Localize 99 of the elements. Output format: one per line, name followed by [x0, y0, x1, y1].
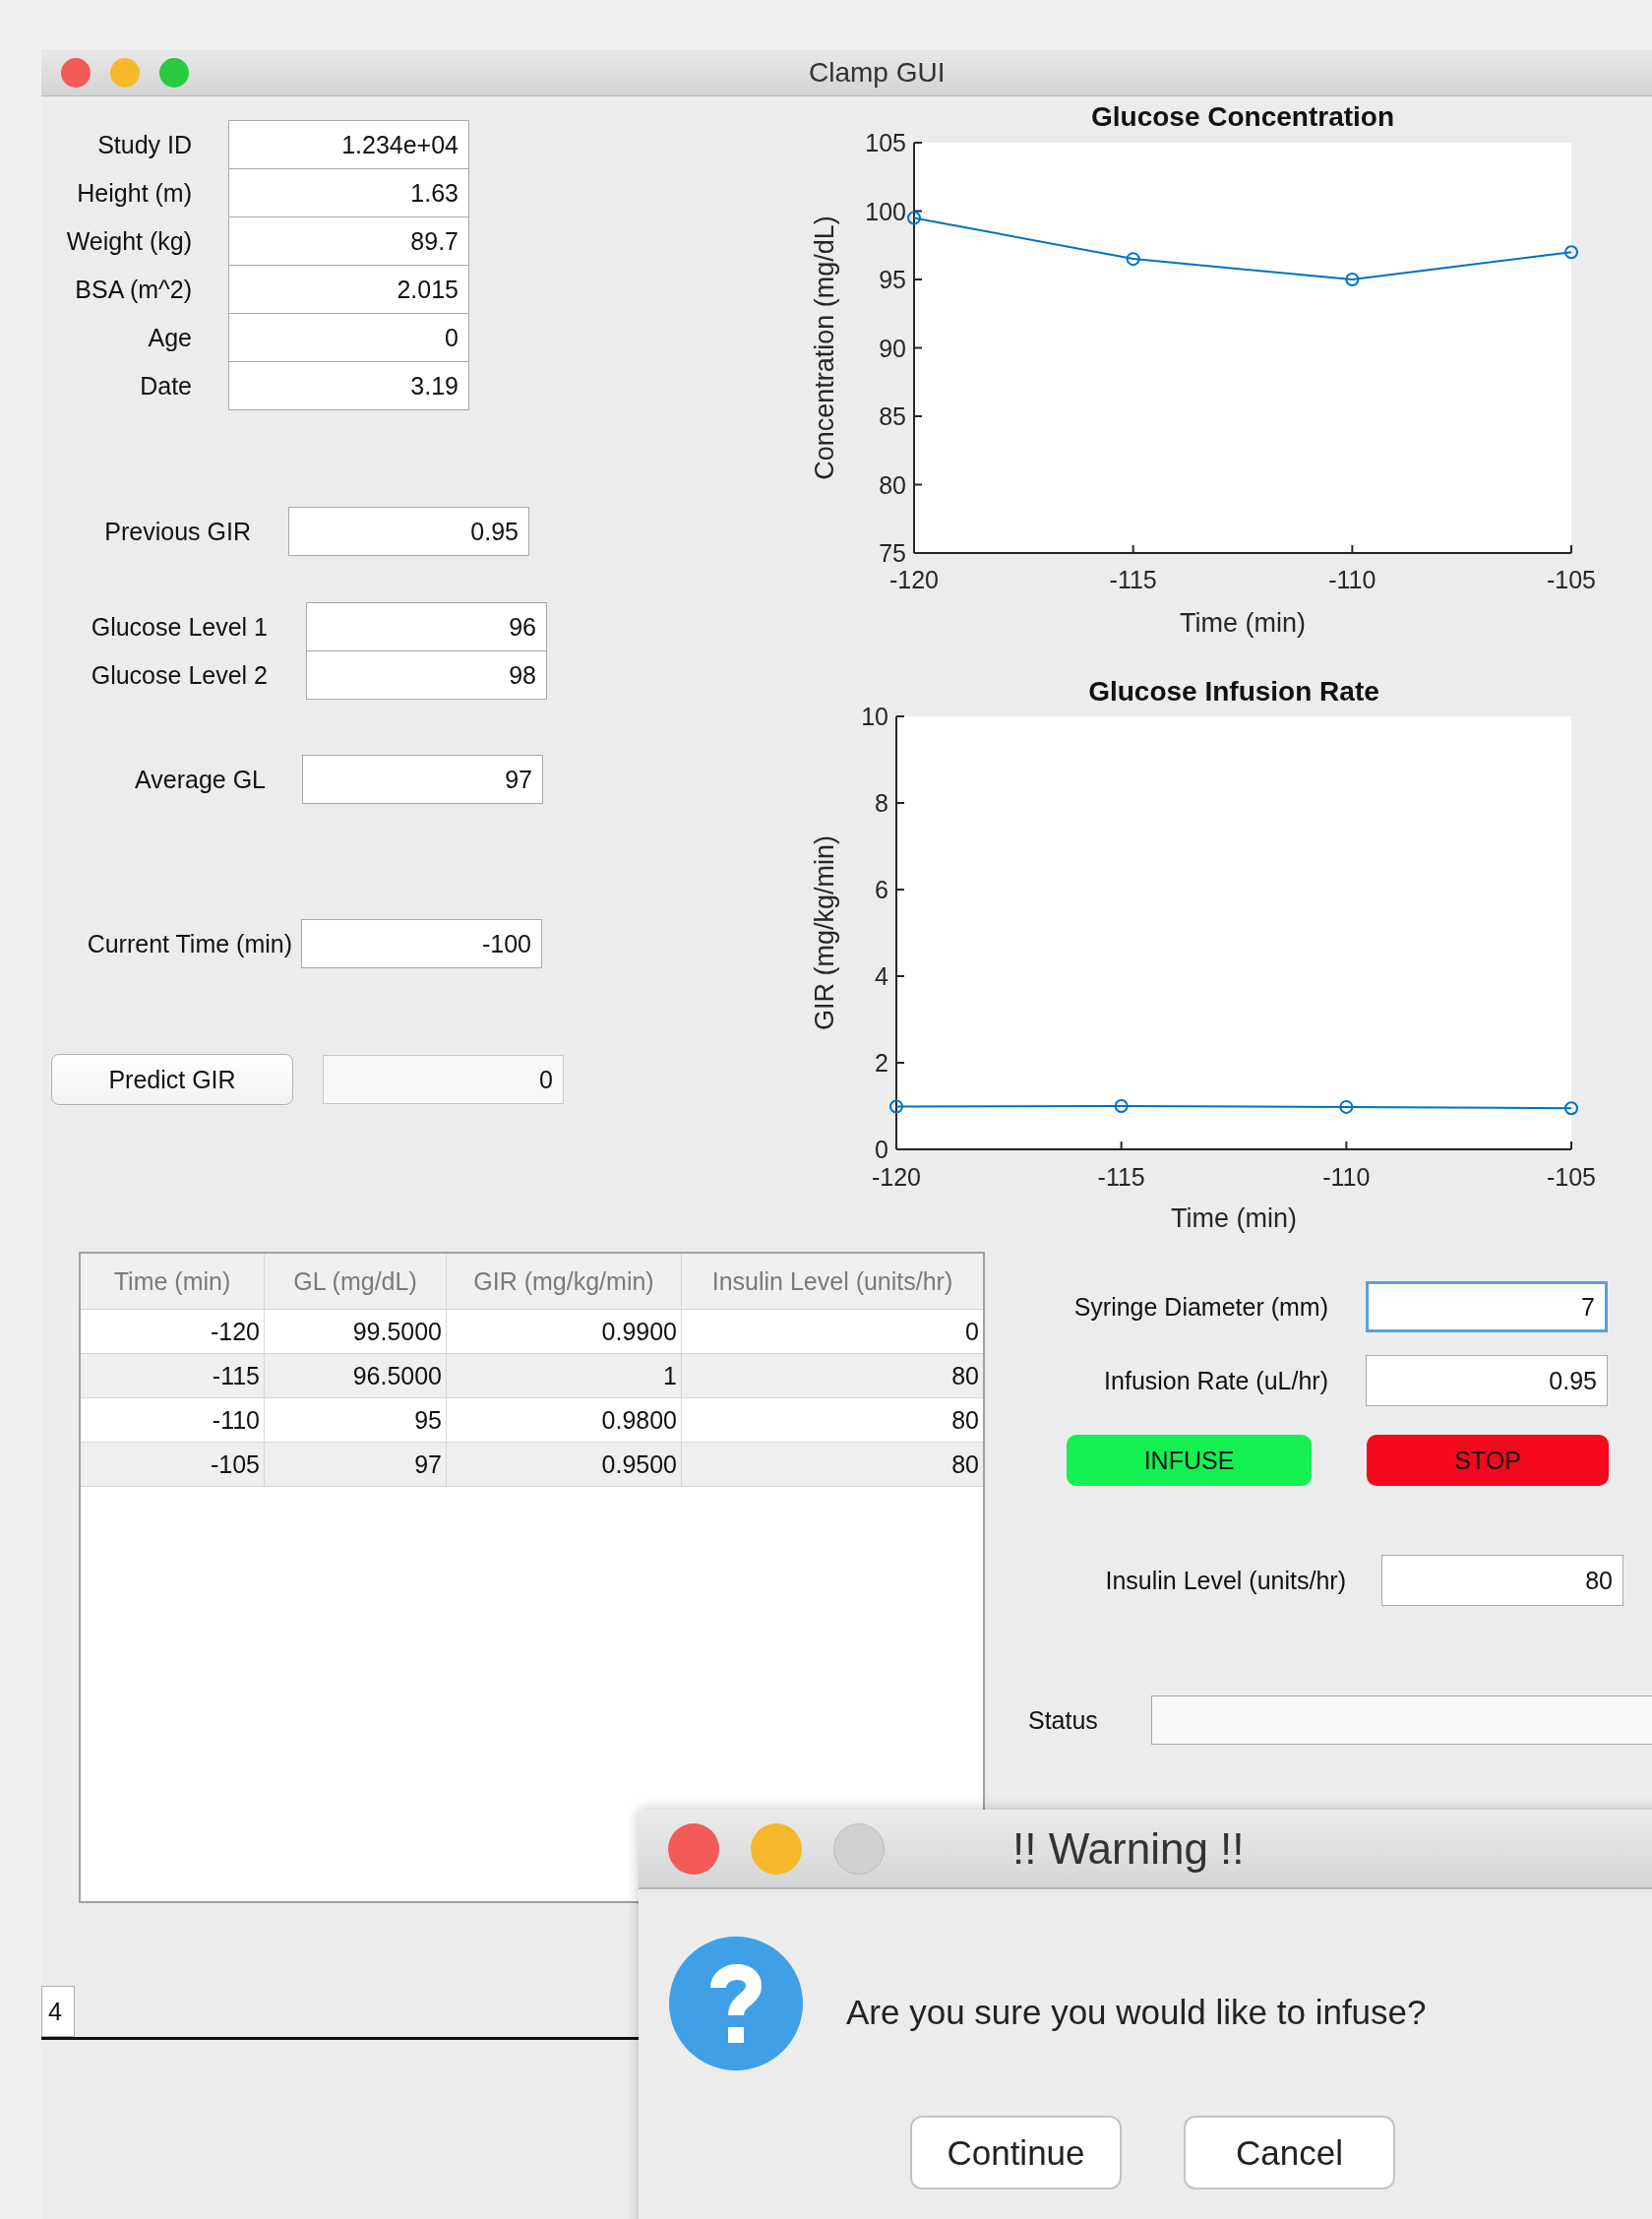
data-point	[1339, 1099, 1354, 1114]
tick-label: 0	[875, 1136, 888, 1163]
input-field[interactable]: 0	[228, 313, 469, 362]
table-cell-text: 80	[950, 1360, 980, 1391]
dialog-message: Are you sure you would like to infuse?	[846, 1993, 1427, 2032]
field-label: Current Time (min)	[86, 929, 292, 958]
tick-label: 4	[875, 962, 888, 990]
stop-button[interactable]: STOP	[1367, 1435, 1609, 1486]
tick-label: -120	[889, 566, 939, 593]
continue-button[interactable]: Continue	[910, 2116, 1122, 2189]
table-cell: 0.9900	[447, 1310, 682, 1353]
input-field[interactable]: 2.015	[228, 265, 469, 314]
input-field[interactable]: 7	[1366, 1281, 1608, 1332]
field-label: Glucose Level 1	[90, 612, 268, 642]
tick-label: 75	[879, 539, 906, 567]
close-button[interactable]	[668, 1822, 719, 1875]
chart-title: Glucose Infusion Rate	[1088, 676, 1379, 707]
axis-label: Time (min)	[1180, 608, 1306, 638]
tick-label: -105	[1547, 1163, 1596, 1191]
tick-label: 80	[879, 470, 906, 499]
input-field[interactable]: 1.63	[228, 168, 469, 217]
field-label: Height (m)	[76, 178, 192, 208]
data-point	[1564, 1101, 1578, 1116]
tick-label: -105	[1547, 566, 1596, 593]
table-cell: 0.9800	[447, 1398, 682, 1442]
tick-label: 105	[865, 129, 906, 156]
close-button[interactable]	[61, 57, 91, 88]
data-point	[889, 1099, 903, 1114]
dialog-title: !! Warning !!	[1012, 1823, 1245, 1874]
zoom-button[interactable]	[159, 57, 189, 88]
input-field[interactable]: 96	[306, 602, 547, 651]
table-cell: 97	[265, 1443, 447, 1486]
field-label: Infusion Rate (uL/hr)	[1103, 1366, 1328, 1395]
table-cell-text: 80	[950, 1404, 980, 1436]
data-point	[1564, 245, 1578, 260]
tick-label: 10	[861, 703, 888, 730]
input-field[interactable]: 89.7	[228, 216, 469, 266]
tick-label: -110	[1322, 1163, 1371, 1191]
data-point	[907, 211, 921, 225]
axis-label: GIR (mg/kg/min)	[810, 835, 839, 1030]
input-field[interactable]: 3.19	[228, 361, 469, 410]
tick-label: -115	[1109, 566, 1157, 593]
field-label: Age	[147, 323, 192, 352]
tick-label: -115	[1097, 1163, 1145, 1191]
input-field[interactable]: 1.234e+04	[228, 120, 469, 169]
tick-label: 95	[879, 266, 906, 293]
field-label: Syringe Diameter (mm)	[1072, 1292, 1328, 1322]
window-title: Clamp GUI	[809, 57, 946, 89]
status-field[interactable]	[1151, 1695, 1652, 1745]
field-label: Previous GIR	[103, 517, 251, 546]
table-cell: 96.5000	[265, 1354, 447, 1397]
axis-label: Concentration (mg/dL)	[810, 216, 839, 480]
table-cell: -110	[81, 1398, 265, 1442]
input-field[interactable]: 0.95	[1366, 1355, 1608, 1406]
minimize-button[interactable]	[751, 1822, 802, 1875]
data-point	[1126, 252, 1140, 267]
tick-label: 6	[875, 876, 888, 903]
input-field[interactable]: 97	[302, 755, 543, 804]
cancel-button[interactable]: Cancel	[1184, 2116, 1395, 2189]
table-cell-text: 80	[950, 1449, 980, 1480]
field-label: Insulin Level (units/hr)	[1104, 1566, 1346, 1595]
field-label: Status	[1028, 1705, 1099, 1735]
column-header[interactable]: Time (min)	[81, 1254, 265, 1309]
tick-label: -110	[1328, 566, 1377, 593]
field-label: Study ID	[96, 130, 192, 159]
table-cell: 1	[447, 1354, 682, 1397]
tick-label: -120	[872, 1163, 921, 1191]
column-header[interactable]: GL (mg/dL)	[265, 1254, 447, 1309]
input-field[interactable]: -100	[301, 919, 542, 968]
field-label: BSA (m^2)	[74, 275, 192, 304]
input-field[interactable]: 0.95	[288, 507, 529, 556]
field-label: Glucose Level 2	[90, 660, 268, 690]
tick-label: 8	[875, 789, 888, 817]
minimize-button[interactable]	[110, 57, 140, 88]
chart-title: Glucose Concentration	[1091, 101, 1394, 132]
axis-label: Time (min)	[1171, 1203, 1297, 1233]
table-cell: -115	[81, 1354, 265, 1397]
field-label: Weight (kg)	[65, 226, 192, 256]
page-field[interactable]: 4	[41, 1986, 75, 2037]
table-cell: 0.9500	[447, 1443, 682, 1486]
tick-label: 85	[879, 402, 906, 430]
table-cell: -105	[81, 1443, 265, 1486]
question-icon	[669, 1937, 803, 2070]
table-cell: 95	[265, 1398, 447, 1442]
table-cell-text: 0	[964, 1316, 980, 1347]
input-field[interactable]: 80	[1381, 1555, 1623, 1606]
data-point	[1114, 1099, 1129, 1113]
infuse-button[interactable]: INFUSE	[1067, 1435, 1312, 1486]
table-cell: -120	[81, 1310, 265, 1353]
tick-label: 100	[865, 197, 906, 225]
table-cell: 99.5000	[265, 1310, 447, 1353]
field-label: Date	[139, 371, 192, 401]
tick-label: 2	[875, 1049, 888, 1077]
tick-label: 90	[879, 334, 906, 362]
column-header[interactable]: GIR (mg/kg/min)	[447, 1254, 682, 1309]
input-field[interactable]: 98	[306, 650, 547, 700]
column-header[interactable]: Insulin Level (units/hr)	[682, 1254, 983, 1309]
data-point	[1345, 273, 1360, 286]
field-label: Average GL	[134, 765, 266, 794]
